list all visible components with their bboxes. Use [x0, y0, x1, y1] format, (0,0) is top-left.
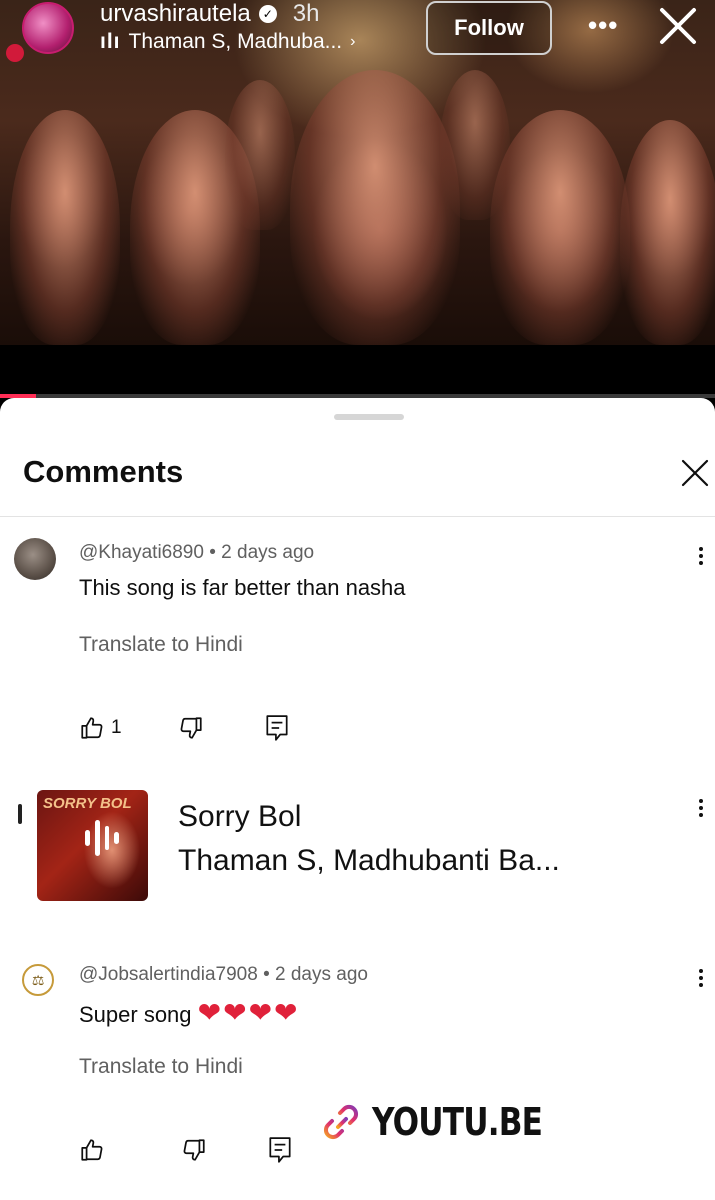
album-art-text: SORRY BOL — [43, 795, 132, 812]
story-viewer[interactable]: urvashirautela ✓ 3h ılı Thaman S, Madhub… — [0, 0, 715, 400]
kebab-menu-icon[interactable] — [696, 966, 706, 990]
reply-button[interactable] — [264, 714, 290, 742]
avatar[interactable]: ⚖ — [22, 964, 54, 996]
verified-icon: ✓ — [258, 5, 277, 23]
comment-actions — [79, 1136, 293, 1164]
username[interactable]: urvashirautela — [100, 0, 251, 28]
dislike-button[interactable] — [181, 1137, 207, 1163]
heart-emojis: ❤❤❤❤ — [197, 997, 300, 1028]
album-art[interactable]: SORRY BOL — [37, 790, 148, 901]
thumbs-up-icon — [81, 717, 103, 739]
comment-text-body: Super song — [79, 1002, 192, 1027]
close-icon[interactable] — [656, 4, 700, 48]
drag-handle[interactable] — [334, 414, 404, 420]
music-label: Thaman S, Madhuba... — [128, 30, 343, 53]
comment-author[interactable]: @Khayati6890 — [79, 542, 204, 563]
comment-meta: @Jobsalertindia7908 • 2 days ago — [79, 964, 368, 986]
kebab-menu-icon[interactable] — [696, 544, 706, 568]
like-button[interactable] — [79, 1137, 111, 1163]
comment-meta: @Khayati6890 • 2 days ago — [79, 542, 314, 564]
dancer-figure — [290, 70, 460, 345]
time-ago: 3h — [292, 0, 320, 27]
divider — [0, 516, 715, 517]
link-text: YOUTU.BE — [372, 1100, 543, 1144]
song-artist: Thaman S, Madhubanti Ba... — [178, 844, 560, 877]
dislike-button[interactable] — [178, 715, 204, 741]
kebab-menu-icon[interactable] — [696, 796, 706, 820]
comment-actions: 1 — [79, 714, 290, 742]
link-icon — [323, 1104, 359, 1140]
reply-button[interactable] — [267, 1136, 293, 1164]
audio-wave-icon — [85, 818, 119, 858]
like-count: 1 — [111, 717, 122, 738]
more-options-icon[interactable]: ••• — [588, 10, 618, 41]
translate-link[interactable]: Translate to Hindi — [79, 1055, 243, 1079]
reply-icon — [269, 1137, 291, 1163]
thumbs-down-icon — [180, 717, 202, 739]
avatar[interactable] — [14, 538, 56, 580]
music-card[interactable]: SORRY BOL Sorry Bol Thaman S, Madhubanti… — [0, 790, 715, 905]
close-icon[interactable] — [680, 458, 710, 488]
music-bars-icon: ılı — [100, 30, 121, 53]
thumbs-up-icon — [81, 1139, 103, 1161]
comment-time: 2 days ago — [221, 542, 315, 563]
chevron-right-icon: › — [350, 33, 356, 50]
comment-time: 2 days ago — [275, 964, 368, 985]
reply-icon — [266, 715, 288, 741]
story-header: urvashirautela ✓ 3h ılı Thaman S, Madhub… — [0, 0, 715, 68]
story-username-row[interactable]: urvashirautela ✓ 3h — [100, 0, 319, 28]
translate-link[interactable]: Translate to Hindi — [79, 633, 243, 657]
live-badge — [6, 44, 24, 62]
meta-separator: • — [263, 964, 276, 985]
dancer-figure — [620, 120, 715, 345]
follow-button[interactable]: Follow — [426, 1, 552, 55]
page-title: Comments — [23, 454, 184, 489]
left-marker — [18, 804, 22, 824]
story-music-link[interactable]: ılı Thaman S, Madhuba... › — [100, 30, 355, 54]
link-sticker[interactable]: YOUTU.BE — [320, 1100, 579, 1144]
comment-author[interactable]: @Jobsalertindia7908 — [79, 964, 258, 985]
song-title[interactable]: Sorry Bol — [178, 800, 301, 834]
comment-text: This song is far better than nasha — [79, 575, 406, 600]
dancer-figure — [490, 110, 630, 345]
comment-text: Super song ❤❤❤❤ — [79, 996, 300, 1029]
dancer-figure — [10, 110, 120, 345]
meta-separator: • — [209, 542, 222, 563]
comments-sheet: Comments @Khayati6890 • 2 days ago This … — [0, 398, 715, 1200]
avatar[interactable] — [22, 2, 74, 54]
like-button[interactable]: 1 — [79, 715, 122, 741]
dancer-figure — [440, 70, 510, 220]
thumbs-down-icon — [183, 1139, 205, 1161]
dancer-figure — [225, 80, 295, 230]
